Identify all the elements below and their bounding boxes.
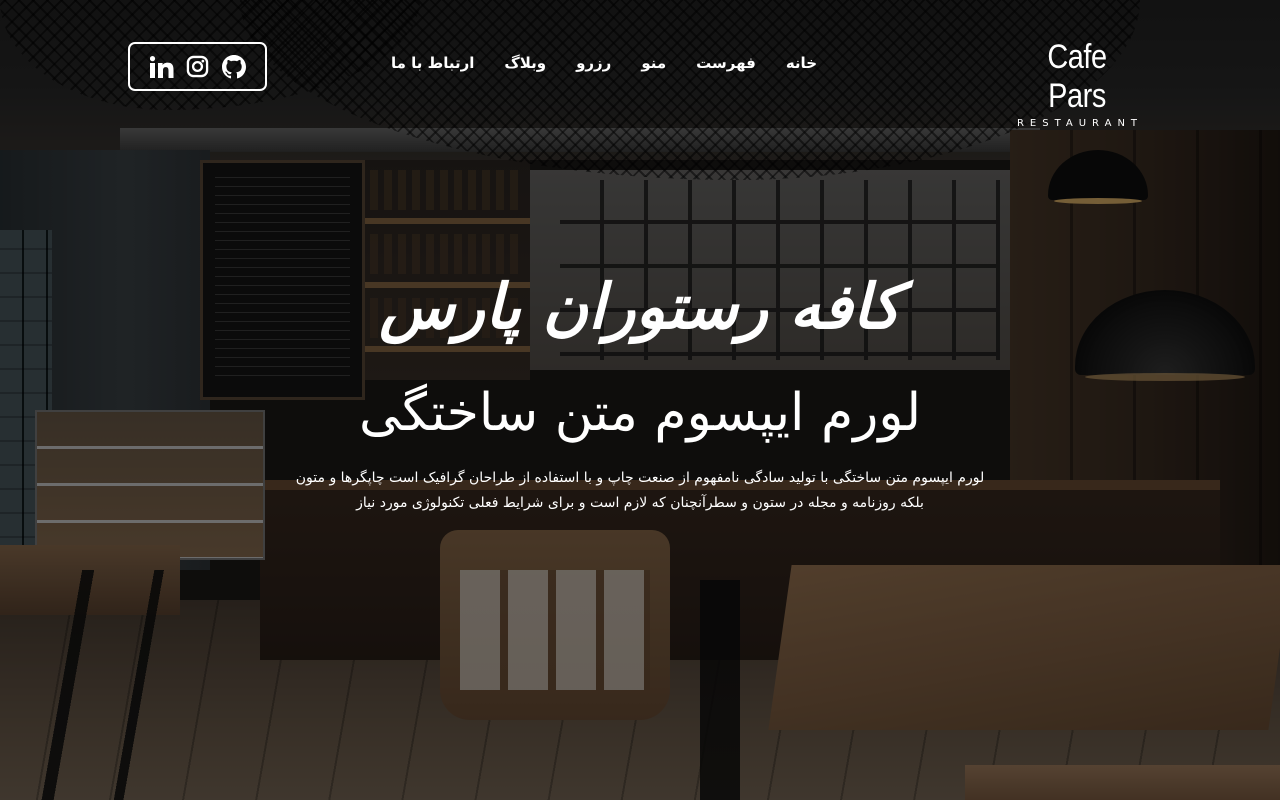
hero-description-line-1: لورم ایپسوم متن ساختگی با تولید سادگی نا… bbox=[295, 470, 985, 486]
social-links bbox=[128, 42, 267, 91]
nav-item-home[interactable]: خانه bbox=[771, 54, 832, 72]
main-nav: خانه فهرست منو رزرو وبلاگ ارتباط با ما bbox=[376, 54, 832, 72]
github-icon[interactable] bbox=[221, 54, 246, 79]
nav-item-menu[interactable]: منو bbox=[626, 54, 681, 72]
brand-logo[interactable]: Cafe Pars RESTAURANT bbox=[1007, 38, 1147, 129]
instagram-icon[interactable] bbox=[186, 55, 210, 79]
brand-subtitle: RESTAURANT bbox=[1016, 118, 1144, 129]
nav-item-blog[interactable]: وبلاگ bbox=[489, 54, 561, 72]
hero-calligraphy-title: کافه رستوران پارس bbox=[379, 270, 902, 343]
hero-title: لورم ایپسوم متن ساختگی bbox=[358, 383, 922, 443]
linkedin-icon[interactable] bbox=[149, 55, 174, 79]
nav-item-index[interactable]: فهرست bbox=[681, 54, 771, 72]
hero-description: لورم ایپسوم متن ساختگی با تولید سادگی نا… bbox=[255, 466, 1025, 516]
nav-item-contact[interactable]: ارتباط با ما bbox=[376, 54, 489, 72]
site-header: Cafe Pars RESTAURANT خانه فهرست منو رزرو… bbox=[0, 0, 1280, 129]
brand-name: Cafe Pars bbox=[1047, 38, 1107, 115]
hero-description-line-2: بلکه روزنامه و مجله در ستون و سطرآنچنان … bbox=[356, 495, 924, 511]
nav-item-reservation[interactable]: رزرو bbox=[561, 54, 626, 72]
